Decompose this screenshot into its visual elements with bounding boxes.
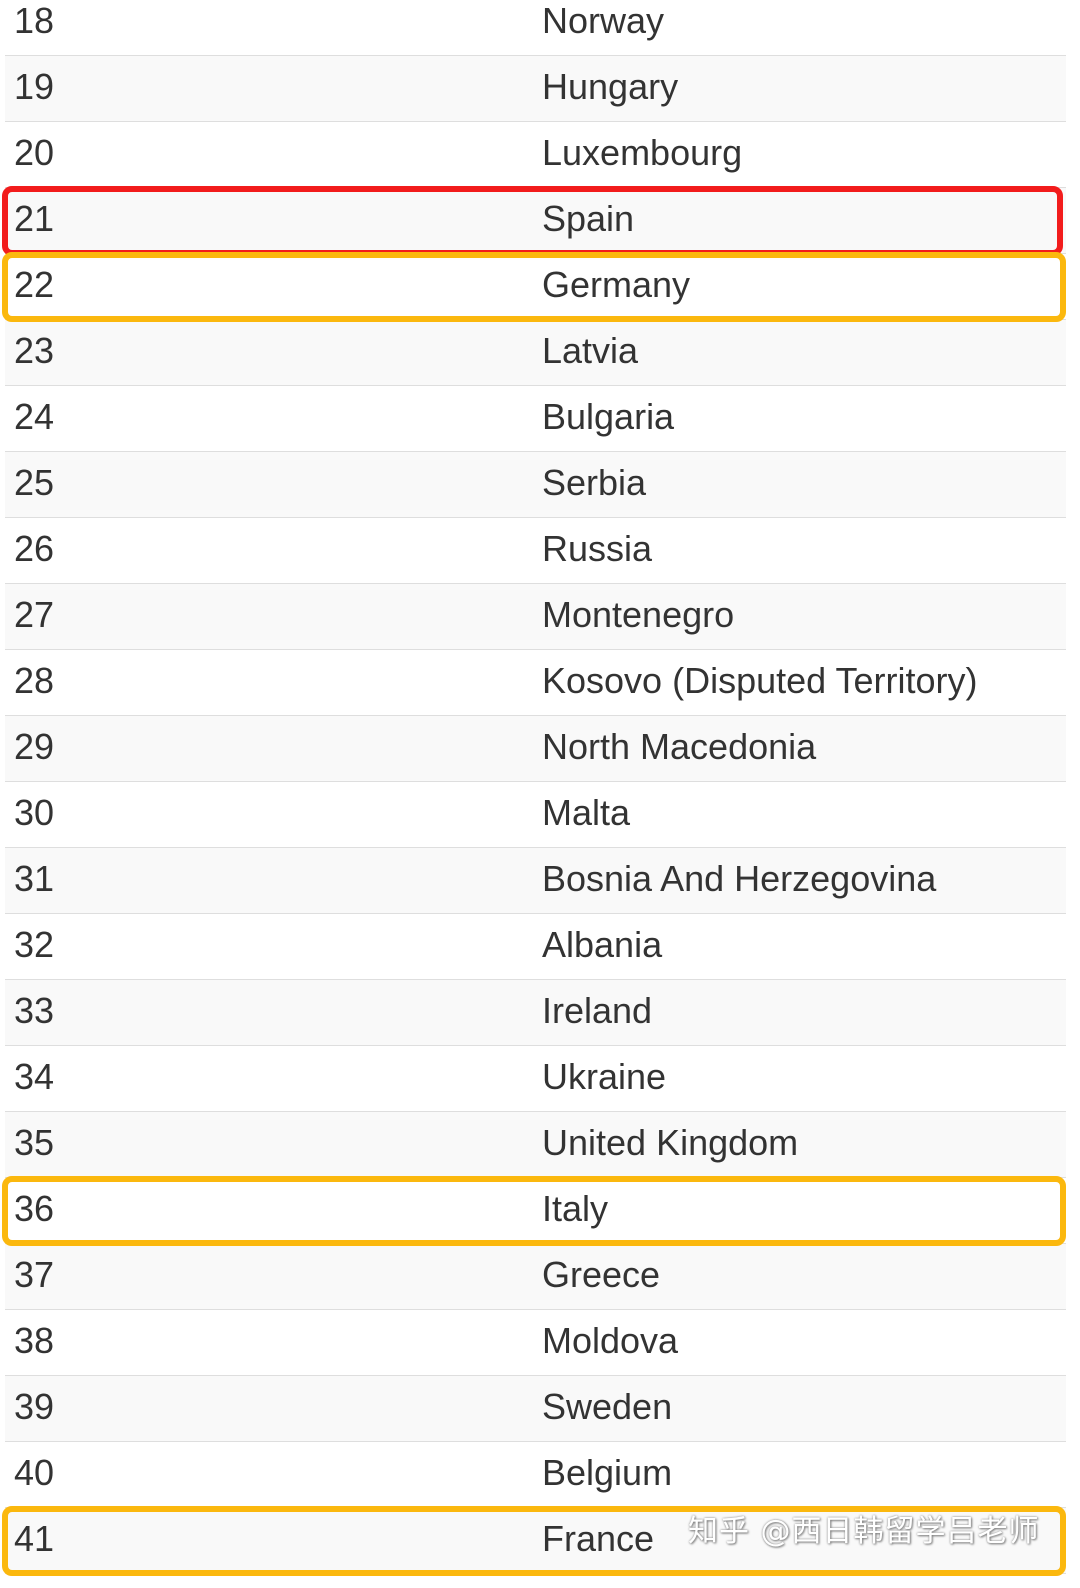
table-row: 23 Latvia [5, 320, 1066, 386]
rank-cell: 18 [14, 0, 55, 41]
country-cell: Albania [542, 924, 663, 965]
table-row: 35 United Kingdom [5, 1112, 1066, 1178]
country-cell: Greece [542, 1254, 661, 1295]
rank-cell: 30 [14, 792, 55, 833]
country-cell: Kosovo (Disputed Territory) [542, 660, 978, 701]
country-cell: Moldova [542, 1320, 679, 1361]
table-row: 28 Kosovo (Disputed Territory) [5, 650, 1066, 716]
table-row: 26 Russia [5, 518, 1066, 584]
table-row: 39 Sweden [5, 1376, 1066, 1442]
country-cell: Serbia [542, 462, 647, 503]
table-row: 29 North Macedonia [5, 716, 1066, 782]
rank-cell: 21 [14, 198, 55, 239]
table-row: 27 Montenegro [5, 584, 1066, 650]
table-row: 21 Spain [5, 188, 1066, 254]
rank-cell: 35 [14, 1122, 55, 1163]
rank-cell: 38 [14, 1320, 55, 1361]
country-cell: Russia [542, 528, 653, 569]
country-cell: Ukraine [542, 1056, 667, 1097]
table-row: 37 Greece [5, 1244, 1066, 1310]
rank-cell: 20 [14, 132, 55, 173]
table-row: 32 Albania [5, 914, 1066, 980]
rank-cell: 34 [14, 1056, 55, 1097]
country-cell: North Macedonia [542, 726, 817, 767]
rank-cell: 19 [14, 66, 55, 107]
table-row: 25 Serbia [5, 452, 1066, 518]
country-cell: Spain [542, 198, 635, 239]
table-row: 20 Luxembourg [5, 122, 1066, 188]
rank-cell: 27 [14, 594, 55, 635]
table-row: 19 Hungary [5, 56, 1066, 122]
country-cell: Sweden [542, 1386, 673, 1427]
ranking-table: 18 Norway 19 Hungary 20 Luxembourg 21 Spain 22 Ge… [5, 0, 1066, 1574]
rank-cell: 26 [14, 528, 55, 569]
rank-cell: 24 [14, 396, 55, 437]
country-cell: Norway [542, 0, 665, 41]
rank-cell: 41 [14, 1518, 55, 1559]
rank-cell: 37 [14, 1254, 55, 1295]
country-cell: Bulgaria [542, 396, 675, 437]
table-row: 22 Germany [5, 254, 1066, 320]
rank-cell: 32 [14, 924, 55, 965]
country-cell: Malta [542, 792, 631, 833]
country-cell: Montenegro [542, 594, 735, 635]
country-cell: Germany [542, 264, 691, 305]
rank-cell: 31 [14, 858, 55, 899]
country-cell: Ireland [542, 990, 653, 1031]
country-cell: Italy [542, 1188, 609, 1229]
watermark: 知乎 @西日韩留学吕老师 [688, 1514, 1040, 1549]
rank-cell: 39 [14, 1386, 55, 1427]
country-cell: United Kingdom [542, 1122, 799, 1163]
country-cell: Luxembourg [542, 132, 743, 173]
rank-cell: 25 [14, 462, 55, 503]
country-cell: Latvia [542, 330, 639, 371]
rank-cell: 36 [14, 1188, 55, 1229]
rank-cell: 28 [14, 660, 55, 701]
rank-cell: 22 [14, 264, 55, 305]
table-row: 18 Norway [5, 0, 1066, 56]
country-cell: France [542, 1518, 655, 1559]
rank-cell: 23 [14, 330, 55, 371]
table-row: 31 Bosnia And Herzegovina [5, 848, 1066, 914]
country-cell: Bosnia And Herzegovina [542, 858, 937, 899]
table-row: 40 Belgium [5, 1442, 1066, 1508]
country-cell: Belgium [542, 1452, 673, 1493]
rank-cell: 40 [14, 1452, 55, 1493]
table-row: 33 Ireland [5, 980, 1066, 1046]
rank-cell: 33 [14, 990, 55, 1031]
rank-cell: 29 [14, 726, 55, 767]
table-row: 24 Bulgaria [5, 386, 1066, 452]
country-cell: Hungary [542, 66, 679, 107]
table-row: 38 Moldova [5, 1310, 1066, 1376]
table-row: 30 Malta [5, 782, 1066, 848]
table-row: 34 Ukraine [5, 1046, 1066, 1112]
table-row: 36 Italy [5, 1178, 1066, 1244]
